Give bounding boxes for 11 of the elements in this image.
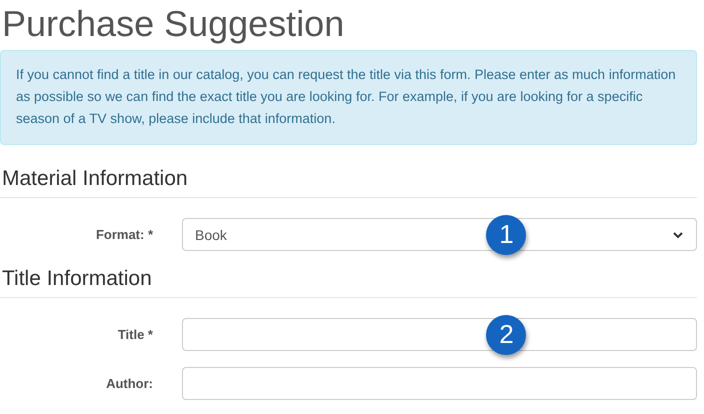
section-heading: Title Information xyxy=(0,267,697,298)
field-label: Author: xyxy=(105,376,153,391)
input-field[interactable] xyxy=(182,318,697,351)
field-label: Format: * xyxy=(94,227,153,242)
field-label: Title * xyxy=(116,327,153,342)
input-field[interactable] xyxy=(182,367,697,400)
info-alert: If you cannot find a title in our catalog, you can request the title via this form. Please enter as much information as possible so we can find the exact title you are looking for. For example, if you are looking for a specific season of a TV show, please include that information. xyxy=(0,50,697,145)
step-badge: 2 xyxy=(486,314,526,354)
section-heading: Material Information xyxy=(0,167,697,198)
page-title: Purchase Suggestion xyxy=(1,2,346,46)
step-badge: 1 xyxy=(486,214,526,254)
